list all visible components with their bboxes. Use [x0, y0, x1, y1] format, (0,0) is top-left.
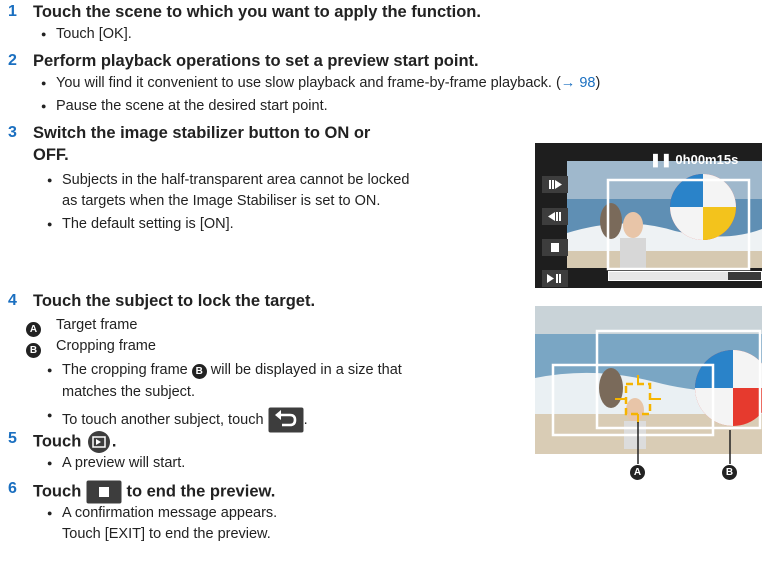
step-title-3-line1: Switch the image stabilizer button to ON…	[33, 124, 371, 142]
pause-status-icon: ❚❚	[650, 152, 672, 167]
step-title-6-pre: Touch	[33, 482, 82, 501]
return-icon[interactable]	[268, 407, 304, 433]
step-6-bullet-cont: Touch [EXIT] to end the preview.	[62, 526, 271, 542]
step-number-5: 5	[8, 430, 17, 447]
stop-icon[interactable]	[86, 480, 122, 504]
step-title-4: Touch the subject to lock the target.	[33, 292, 316, 310]
playback-progress-bar[interactable]	[608, 271, 762, 281]
step-title-2: Perform playback operations to set a pre…	[33, 52, 479, 70]
step-1-bullet: Touch [OK].	[41, 26, 132, 42]
step-2-bullet-1-text: You will find it convenient to use slow …	[56, 75, 561, 91]
step-title-5: Touch .	[33, 430, 116, 454]
step-title-6: Touch to end the preview.	[33, 480, 275, 504]
step-4-bullet-2-text: To touch another subject, touch	[62, 411, 264, 428]
play-pause-button[interactable]	[542, 270, 568, 287]
progress-fill	[609, 272, 728, 280]
step-title-1: Touch the scene to which you want to app…	[33, 3, 481, 21]
step-number-2: 2	[8, 52, 17, 69]
legend-target-frame: Target frame	[56, 317, 138, 333]
step-5-bullet: A preview will start.	[47, 455, 185, 471]
marker-b-inline: B	[191, 364, 207, 379]
step-3-bullet-1: Subjects in the half-transparent area ca…	[47, 172, 409, 188]
step-4-bullet-1-post: will be displayed in a size that	[210, 362, 402, 378]
step-2-bullet-2: Pause the scene at the desired start poi…	[41, 98, 328, 114]
slow-rewind-button[interactable]	[542, 208, 568, 225]
marker-b: B	[26, 340, 41, 358]
step-title-3-line2: OFF.	[33, 146, 69, 164]
step-title-5-end: .	[111, 432, 117, 451]
step-title-6-post: to end the preview.	[126, 482, 276, 501]
step-4-bullet-1-pre: The cropping frame	[62, 362, 188, 378]
legend-cropping-frame: Cropping frame	[56, 338, 156, 354]
callout-marker-a: A	[630, 462, 645, 480]
playback-screen: ❚❚ 0h00m15s	[535, 143, 762, 288]
stop-button[interactable]	[542, 239, 568, 256]
page-link[interactable]: → 98	[561, 75, 596, 91]
step-4-bullet-2-end: .	[303, 411, 308, 428]
step-6-bullet: A confirmation message appears.	[47, 505, 277, 521]
step-number-3: 3	[8, 124, 17, 141]
step-number-1: 1	[8, 3, 17, 20]
playback-time: ❚❚ 0h00m15s	[650, 152, 738, 168]
callout-lines	[637, 422, 731, 464]
callout-marker-b: B	[722, 462, 737, 480]
step-4-bullet-1-cont: matches the subject.	[62, 384, 195, 400]
step-4-bullet-1: The cropping frame B will be displayed i…	[47, 362, 402, 379]
step-3-bullet-2: The default setting is [ON].	[47, 216, 234, 232]
marker-a: A	[26, 319, 41, 337]
preview-icon[interactable]	[86, 430, 112, 454]
time-value: 0h00m15s	[675, 152, 739, 167]
step-title-5-text: Touch	[33, 432, 82, 451]
slow-forward-button[interactable]	[542, 176, 568, 193]
step-2-bullet-1: You will find it convenient to use slow …	[41, 75, 601, 91]
step-3-bullet-1-cont: as targets when the Image Stabiliser is …	[62, 193, 381, 209]
step-number-6: 6	[8, 480, 17, 497]
step-number-4: 4	[8, 292, 17, 309]
step-2-bullet-1-end: )	[595, 75, 601, 91]
